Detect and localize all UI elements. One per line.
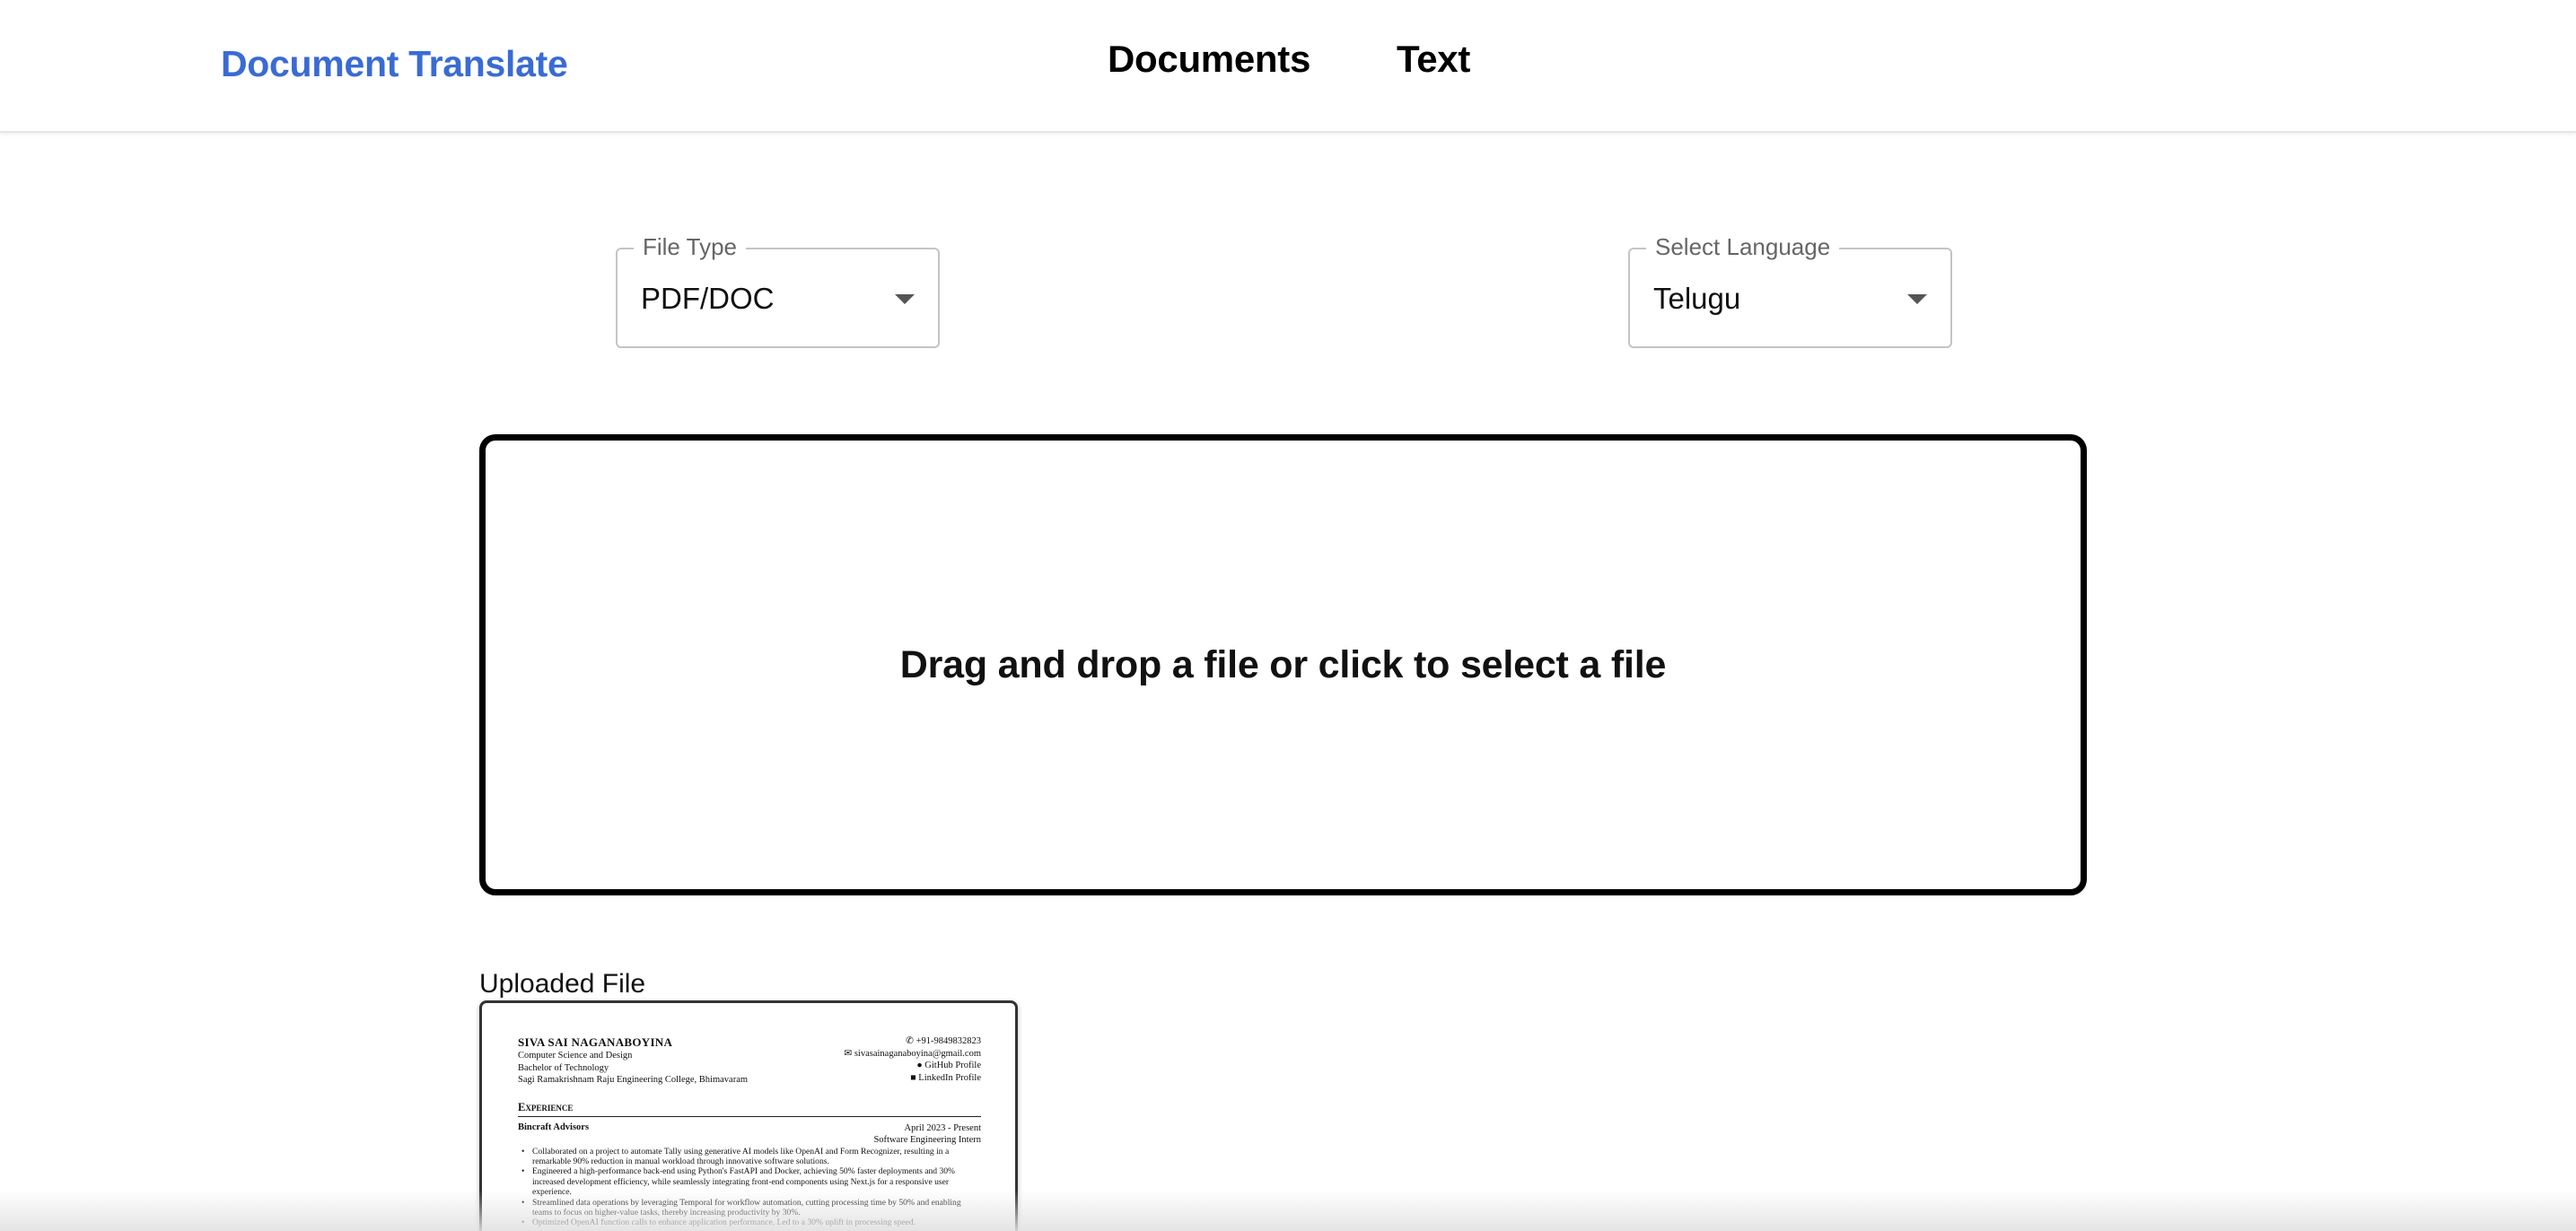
brand-logo-text[interactable]: Document Translate (221, 43, 568, 85)
list-item: Collaborated on a project to automate Ta… (521, 1147, 981, 1167)
mail-icon: ✉ (844, 1048, 854, 1059)
doc-role: Software Engineering Intern (873, 1135, 981, 1145)
language-value: Telugu (1653, 282, 1741, 315)
nav-documents[interactable]: Documents (1108, 38, 1310, 81)
doc-email: sivasainaganaboyina@gmail.com (854, 1048, 981, 1059)
nav-text[interactable]: Text (1397, 38, 1470, 81)
uploaded-file-preview[interactable]: SIVA SAI NAGANABOYINA Computer Science a… (479, 1000, 1018, 1231)
doc-phone: +91-9849832823 (916, 1036, 981, 1046)
viewport-bottom-shadow (0, 1190, 2576, 1231)
list-item: Optimized OpenAI function calls to enhan… (521, 1218, 981, 1228)
top-app-bar: Document Translate Documents Text (0, 0, 2576, 133)
list-item: Engineered a high-performance back-end u… (521, 1166, 981, 1197)
doc-linkedin: LinkedIn Profile (918, 1072, 981, 1083)
file-type-value: PDF/DOC (641, 282, 775, 315)
language-select[interactable]: Select Language Telugu (1628, 233, 1952, 348)
chevron-down-icon (895, 294, 915, 304)
doc-left-line: Bachelor of Technology (518, 1062, 609, 1073)
linkedin-icon: ■ (910, 1072, 919, 1083)
doc-name: SIVA SAI NAGANABOYINA (518, 1035, 673, 1049)
chevron-down-icon (1907, 294, 1927, 304)
file-type-select[interactable]: File Type PDF/DOC (616, 233, 940, 348)
main-nav: Documents Text (1108, 38, 1470, 81)
doc-date: April 2023 - Present (904, 1122, 981, 1133)
document-page: SIVA SAI NAGANABOYINA Computer Science a… (518, 1035, 981, 1228)
file-dropzone[interactable]: Drag and drop a file or click to select … (479, 434, 2087, 895)
github-icon: ● (916, 1061, 925, 1070)
language-label: Select Language (1646, 233, 1840, 261)
file-type-label: File Type (634, 233, 747, 261)
phone-icon: ✆ (906, 1036, 916, 1046)
doc-github: GitHub Profile (924, 1061, 981, 1070)
dropzone-instructions: Drag and drop a file or click to select … (899, 642, 1667, 686)
list-item: Streamlined data operations by leveragin… (521, 1198, 981, 1218)
doc-left-line: Sagi Ramakrishnam Raju Engineering Colle… (518, 1075, 749, 1085)
uploaded-file-heading: Uploaded File (479, 969, 646, 999)
doc-section-title: Experience (518, 1101, 981, 1117)
doc-left-line: Computer Science and Design (518, 1051, 633, 1061)
doc-company: Bincraft Advisors (518, 1122, 590, 1132)
doc-bullets: Collaborated on a project to automate Ta… (521, 1147, 981, 1229)
